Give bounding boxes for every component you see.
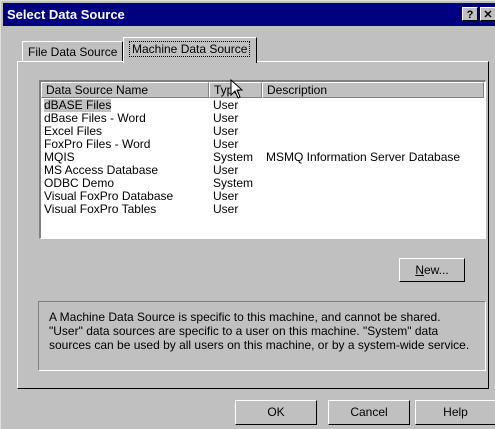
description-box: A Machine Data Source is specific to thi… xyxy=(38,301,486,371)
help-button[interactable]: Help xyxy=(415,400,495,425)
select-data-source-dialog: Select Data Source ? ✕ File Data Source … xyxy=(0,0,495,429)
help-title-button[interactable]: ? xyxy=(462,7,478,21)
new-button-label: ew... xyxy=(423,263,449,277)
description-line-2: "User" data sources are specific to a us… xyxy=(49,324,439,338)
list-item[interactable]: Visual FoxPro Tables User xyxy=(41,203,481,216)
tab-machine-data-source[interactable]: Machine Data Source xyxy=(123,37,257,63)
list-item[interactable]: dBase Files - Word User xyxy=(41,112,481,125)
new-button-accel: N xyxy=(415,263,424,277)
mouse-cursor-icon xyxy=(230,79,244,99)
data-source-list[interactable]: Data Source Name Type Description dBASE … xyxy=(39,80,486,239)
close-icon[interactable]: ✕ xyxy=(480,7,495,21)
tab-file-data-source-label: File Data Source xyxy=(28,45,118,59)
column-header-description[interactable]: Description xyxy=(262,82,484,98)
title-bar[interactable]: Select Data Source ? ✕ xyxy=(3,3,495,26)
column-header-name[interactable]: Data Source Name xyxy=(41,82,209,98)
tab-machine-data-source-label: Machine Data Source xyxy=(129,41,251,57)
new-button[interactable]: New... xyxy=(399,258,465,282)
tab-file-data-source[interactable]: File Data Source xyxy=(22,41,123,61)
list-item-description: MSMQ Information Server Database xyxy=(266,150,461,164)
cancel-button[interactable]: Cancel xyxy=(328,400,410,425)
window-title: Select Data Source xyxy=(7,7,125,22)
description-line-1: A Machine Data Source is specific to thi… xyxy=(49,310,441,324)
ok-button[interactable]: OK xyxy=(235,400,317,425)
description-line-3: sources can be used by all users on this… xyxy=(49,338,470,352)
list-item-type: User xyxy=(213,202,239,216)
list-item-name: Visual FoxPro Tables xyxy=(44,202,157,216)
